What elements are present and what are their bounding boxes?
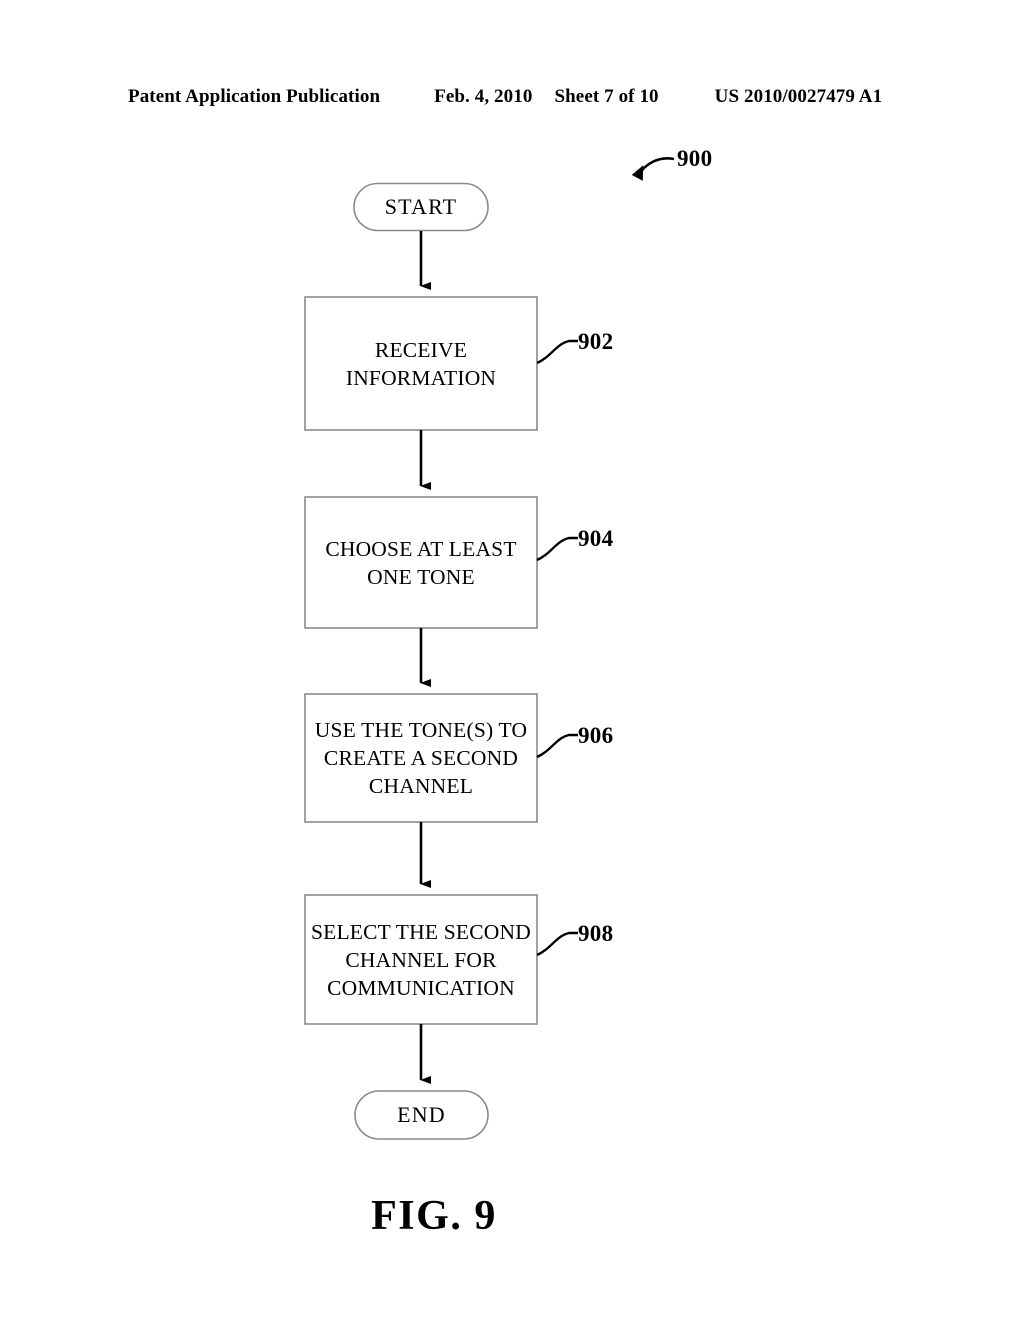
process-box-906 <box>304 693 538 823</box>
reference-numeral-908: 908 <box>578 921 614 946</box>
leader-line-906 <box>536 733 578 759</box>
reference-numeral-904: 904 <box>578 526 614 551</box>
reference-numeral-906: 906 <box>578 723 614 748</box>
start-terminator <box>353 182 489 232</box>
flowchart-canvas <box>304 157 675 1140</box>
leader-line-902 <box>536 339 578 365</box>
process-box-904 <box>304 496 538 629</box>
process-box-902 <box>304 296 538 431</box>
process-box-908 <box>304 894 538 1025</box>
leader-line-904 <box>536 536 578 562</box>
leader-line-908 <box>536 931 578 957</box>
flowchart-figure: START RECEIVE INFORMATION CHOOSE AT LEAS… <box>0 0 1024 1320</box>
figure-caption: FIG. 9 <box>0 1192 1024 1240</box>
reference-numeral-900: 900 <box>677 146 713 171</box>
reference-numeral-902: 902 <box>578 329 614 354</box>
end-terminator <box>354 1090 489 1140</box>
figure-caption-text: FIG. 9 <box>371 1193 497 1239</box>
leader-line-900 <box>631 157 675 181</box>
